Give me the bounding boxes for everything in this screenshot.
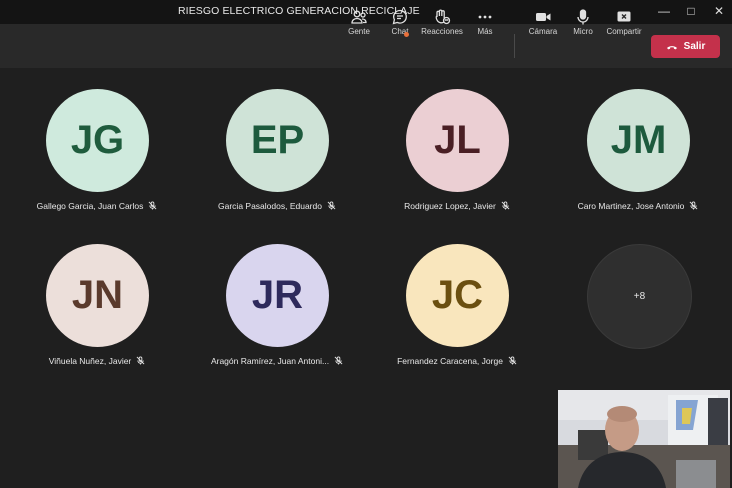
participant-tile[interactable]: JC Fernandez Caracena, Jorge [366,244,546,394]
maximize-icon[interactable]: □ [682,3,700,19]
leave-button[interactable]: Salir [651,35,720,58]
participant-name: Viñuela Nuñez, Javier [48,356,132,366]
self-video-preview[interactable] [558,390,730,488]
close-icon[interactable]: ✕ [710,3,728,19]
mic-muted-icon [334,356,343,365]
participant-tile[interactable]: JL Rodriguez Lopez, Javier [366,89,546,239]
avatar: EP [226,89,329,192]
share-label: Compartir [606,27,642,36]
reactions-button[interactable]: Reacciones [419,8,465,36]
participant-name-row: Caro Martinez, Jose Antonio [547,201,729,211]
avatar: JG [46,89,149,192]
more-icon [462,8,508,26]
chat-button[interactable]: Chat [377,8,423,36]
microphone-icon [560,8,606,26]
reactions-label: Reacciones [421,27,463,36]
participant-name-row: Fernandez Caracena, Jorge [366,356,548,366]
mic-muted-icon [689,201,698,210]
participant-tile[interactable]: JM Caro Martinez, Jose Antonio [547,89,727,239]
mic-muted-icon [327,201,336,210]
chat-notification-dot [404,32,409,37]
leave-label: Salir [683,41,706,52]
participant-tile[interactable]: EP Garcia Pasalodos, Eduardo [186,89,366,239]
chat-icon [377,8,423,26]
participant-tile[interactable]: JN Viñuela Nuñez, Javier [6,244,186,394]
avatar: JM [587,89,690,192]
mic-muted-icon [508,356,517,365]
participant-name: Caro Martinez, Jose Antonio [577,201,685,211]
participant-name: Aragón Ramírez, Juan Antoni... [210,356,330,366]
participant-name-row: Garcia Pasalodos, Eduardo [186,201,368,211]
participant-name: Gallego Garcia, Juan Carlos [36,201,144,211]
participant-name-row: Gallego Garcia, Juan Carlos [6,201,188,211]
participant-name: Garcia Pasalodos, Eduardo [218,201,322,211]
minimize-icon[interactable]: — [655,3,673,19]
share-button[interactable]: Compartir [601,8,647,36]
more-button[interactable]: Más [462,8,508,36]
mic-muted-icon [136,356,145,365]
people-icon [336,8,382,26]
video-frame [558,390,730,488]
avatar: JR [226,244,329,347]
hang-up-icon [666,45,677,49]
participant-name: Rodriguez Lopez, Javier [404,201,496,211]
people-button[interactable]: Gente [336,8,382,36]
more-participants-tile[interactable]: +8 [587,244,692,349]
participant-tile[interactable]: JG Gallego Garcia, Juan Carlos [6,89,186,239]
mic-muted-icon [148,201,157,210]
participant-name-row: Aragón Ramírez, Juan Antoni... [186,356,368,366]
avatar: JC [406,244,509,347]
toolbar-divider [514,34,515,58]
mic-muted-icon [501,201,510,210]
participant-tile[interactable]: JR Aragón Ramírez, Juan Antoni... [186,244,366,394]
chat-label: Chat [391,27,409,36]
reactions-icon [419,8,465,26]
participant-name-row: Rodriguez Lopez, Javier [366,201,548,211]
more-label: Más [477,27,493,36]
people-label: Gente [348,27,370,36]
participant-name: Fernandez Caracena, Jorge [397,356,503,366]
avatar: JN [46,244,149,347]
mic-label: Micro [573,27,593,36]
share-icon [601,8,647,26]
avatar: JL [406,89,509,192]
participant-name-row: Viñuela Nuñez, Javier [6,356,188,366]
mic-button[interactable]: Micro [560,8,606,36]
